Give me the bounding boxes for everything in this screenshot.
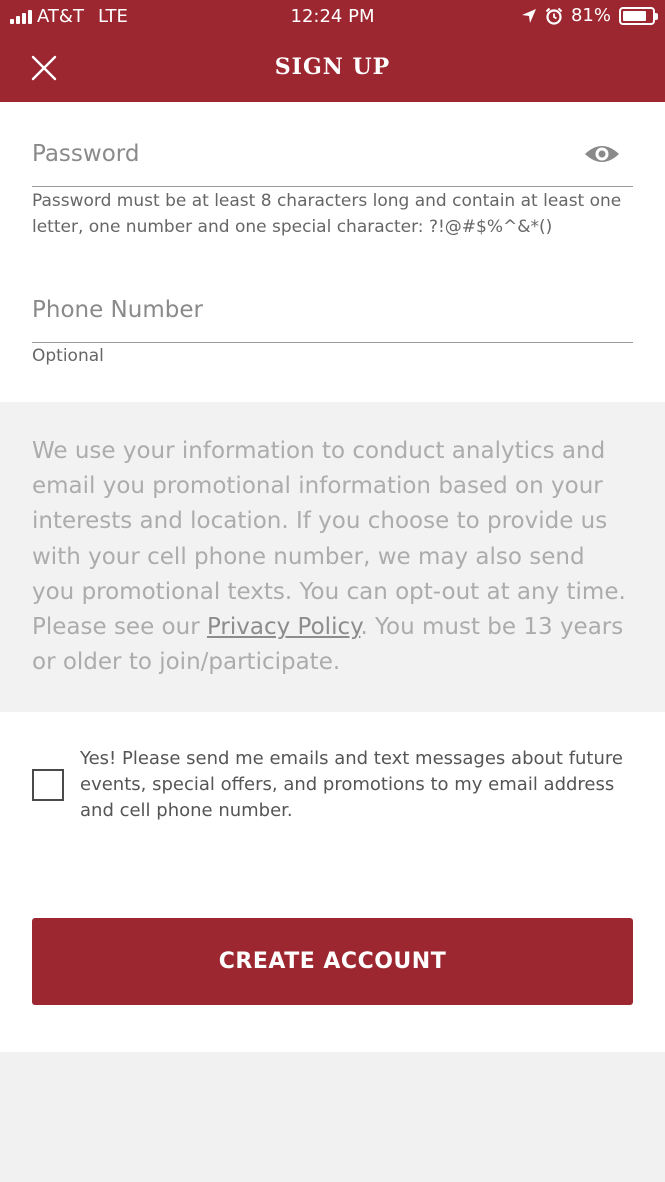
battery-icon bbox=[619, 6, 658, 25]
eye-icon[interactable] bbox=[583, 142, 621, 166]
page-title: SIGN UP bbox=[274, 54, 391, 80]
create-account-button[interactable]: CREATE ACCOUNT bbox=[32, 918, 633, 1005]
privacy-notice: We use your information to conduct analy… bbox=[0, 402, 665, 712]
phone-hint: Optional bbox=[32, 346, 104, 366]
battery-fill bbox=[623, 10, 646, 21]
privacy-notice-text: We use your information to conduct analy… bbox=[32, 434, 632, 680]
status-right: 81% bbox=[521, 5, 658, 26]
marketing-consent-label: Yes! Please send me emails and text mess… bbox=[80, 748, 623, 821]
phone-field-wrapper bbox=[32, 290, 633, 343]
notice-text-before: We use your information to conduct analy… bbox=[32, 438, 626, 641]
password-input[interactable] bbox=[32, 134, 633, 174]
marketing-consent-checkbox[interactable] bbox=[32, 769, 64, 801]
signup-form: Password must be at least 8 characters l… bbox=[0, 102, 665, 402]
password-field-wrapper bbox=[32, 134, 633, 187]
top-bar: AT&T LTE 12:24 PM 81% SIGN UP bbox=[0, 0, 665, 102]
status-bar: AT&T LTE 12:24 PM 81% bbox=[0, 0, 665, 34]
alarm-icon bbox=[545, 7, 563, 25]
privacy-policy-link[interactable]: Privacy Policy bbox=[207, 614, 360, 640]
consent-section: Yes! Please send me emails and text mess… bbox=[0, 712, 665, 1052]
password-hint: Password must be at least 8 characters l… bbox=[32, 191, 622, 237]
location-arrow-icon bbox=[521, 8, 536, 23]
phone-input[interactable] bbox=[32, 290, 633, 330]
battery-percent: 81% bbox=[570, 5, 611, 26]
